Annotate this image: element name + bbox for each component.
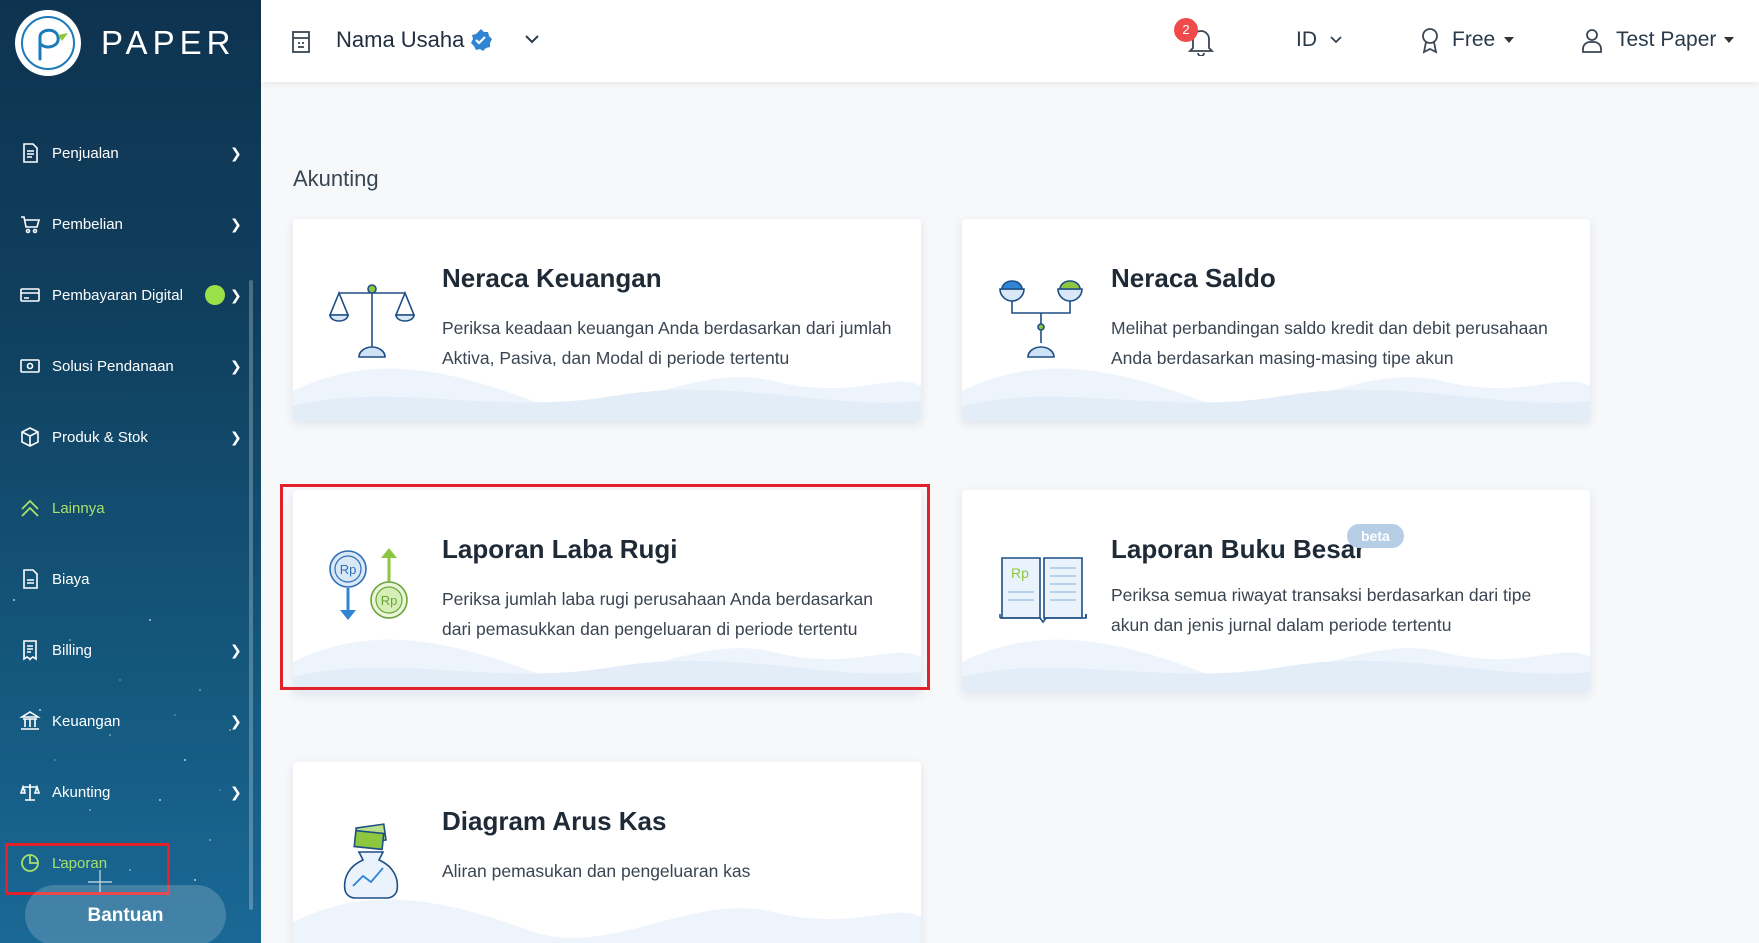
chevron-down-icon[interactable] — [1329, 32, 1343, 51]
sidebar-scrollbar[interactable] — [249, 280, 253, 910]
business-name[interactable]: Nama Usaha — [336, 27, 464, 53]
user-icon — [1580, 27, 1604, 58]
chevron-right-icon: ❯ — [230, 144, 242, 161]
sidebar-item-label: Akunting — [52, 783, 111, 801]
paper-logo-icon — [15, 10, 81, 76]
card-description: Aliran pemasukan dan pengeluaran kas — [442, 861, 751, 881]
sidebar-item-pembelian[interactable]: Pembelian ❯ — [0, 201, 261, 247]
new-indicator-dot — [205, 285, 225, 305]
chevron-right-icon: ❯ — [230, 286, 242, 303]
sidebar-item-label: Keuangan — [52, 712, 121, 730]
ledger-book-icon: Rp — [998, 550, 1088, 640]
sidebar-item-label: Produk & Stok — [52, 428, 148, 446]
user-menu[interactable]: Test Paper — [1616, 28, 1716, 52]
sidebar-item-biaya[interactable]: Biaya — [0, 556, 261, 602]
verified-badge-icon — [469, 28, 493, 57]
card-icon — [18, 283, 42, 307]
sidebar-item-label: Solusi Pendanaan — [52, 357, 174, 375]
cash-icon — [18, 354, 42, 378]
card-title: Neraca Saldo — [1111, 263, 1276, 293]
document-icon — [18, 567, 42, 591]
balance-scale-icon — [327, 271, 417, 361]
chevron-right-icon: ❯ — [230, 428, 242, 445]
card-description: Periksa keadaan keuangan Anda berdasarka… — [442, 318, 892, 368]
store-icon — [290, 29, 312, 60]
sidebar-item-label: Pembayaran Digital — [52, 286, 183, 304]
top-header: Nama Usaha 2 ID Free Test Paper — [261, 0, 1759, 82]
sidebar-item-pembayaran-digital[interactable]: Pembayaran Digital ❯ — [0, 272, 261, 318]
chevron-right-icon: ❯ — [230, 357, 242, 374]
sidebar-item-label: Pembelian — [52, 215, 123, 233]
card-diagram-arus-kas[interactable]: Diagram Arus Kas Aliran pemasukan dan pe… — [293, 762, 921, 943]
caret-down-icon[interactable] — [1504, 37, 1514, 43]
help-button[interactable]: Bantuan — [25, 885, 226, 943]
card-laporan-buku-besar[interactable]: Rp Laporan Buku Besar beta Periksa semua… — [962, 490, 1590, 692]
section-title: Akunting — [293, 166, 379, 191]
scale-icon — [18, 780, 42, 804]
plan-selector[interactable]: Free — [1452, 28, 1495, 52]
sidebar-item-label: Billing — [52, 641, 93, 659]
sidebar-item-penjualan[interactable]: Penjualan ❯ — [0, 130, 261, 176]
chevron-right-icon: ❯ — [230, 783, 242, 800]
card-neraca-keuangan[interactable]: Neraca Keuangan Periksa keadaan keuangan… — [293, 219, 921, 421]
notification-count-badge: 2 — [1174, 18, 1198, 42]
sidebar-item-label: Penjualan — [52, 144, 119, 162]
bill-icon — [18, 638, 42, 662]
card-description: Melihat perbandingan saldo kredit dan de… — [1111, 318, 1548, 368]
sidebar-item-keuangan[interactable]: Keuangan ❯ — [0, 698, 261, 744]
money-bag-icon — [327, 822, 417, 912]
cart-icon — [18, 212, 42, 236]
award-icon — [1418, 26, 1442, 59]
card-description: Periksa semua riwayat transaksi berdasar… — [1111, 585, 1532, 635]
sidebar-item-akunting[interactable]: Akunting ❯ — [0, 769, 261, 815]
caret-down-icon[interactable] — [1724, 37, 1734, 43]
logo-text: PAPER — [101, 24, 236, 61]
sidebar-item-label: Lainnya — [52, 499, 105, 517]
chevron-down-icon[interactable] — [523, 30, 541, 53]
svg-text:Rp: Rp — [1011, 565, 1029, 581]
sidebar-item-billing[interactable]: Billing ❯ — [0, 627, 261, 673]
sidebar: PAPER Penjualan ❯ Pembelian ❯ Pembayaran… — [0, 0, 261, 943]
sidebar-item-solusi-pendanaan[interactable]: Solusi Pendanaan ❯ — [0, 343, 261, 389]
sidebar-item-produk-stok[interactable]: Produk & Stok ❯ — [0, 414, 261, 460]
box-icon — [18, 425, 42, 449]
logo[interactable]: PAPER — [15, 10, 235, 76]
chevron-right-icon: ❯ — [230, 712, 242, 729]
card-neraca-saldo[interactable]: Neraca Saldo Melihat perbandingan saldo … — [962, 219, 1590, 421]
card-title: Diagram Arus Kas — [442, 806, 667, 836]
double-chevron-up-icon — [18, 496, 42, 520]
bank-icon — [18, 709, 42, 733]
card-title: Laporan Buku Besar — [1111, 534, 1366, 564]
chevron-right-icon: ❯ — [230, 641, 242, 658]
language-selector[interactable]: ID — [1296, 28, 1317, 52]
highlight-box-laba-rugi — [280, 484, 930, 690]
receipt-icon — [18, 141, 42, 165]
sidebar-item-lainnya[interactable]: Lainnya — [0, 485, 261, 531]
card-title: Neraca Keuangan — [442, 263, 662, 293]
sidebar-item-label: Biaya — [52, 570, 90, 588]
beta-badge: beta — [1347, 524, 1404, 548]
trial-balance-icon — [996, 271, 1086, 361]
chevron-right-icon: ❯ — [230, 215, 242, 232]
